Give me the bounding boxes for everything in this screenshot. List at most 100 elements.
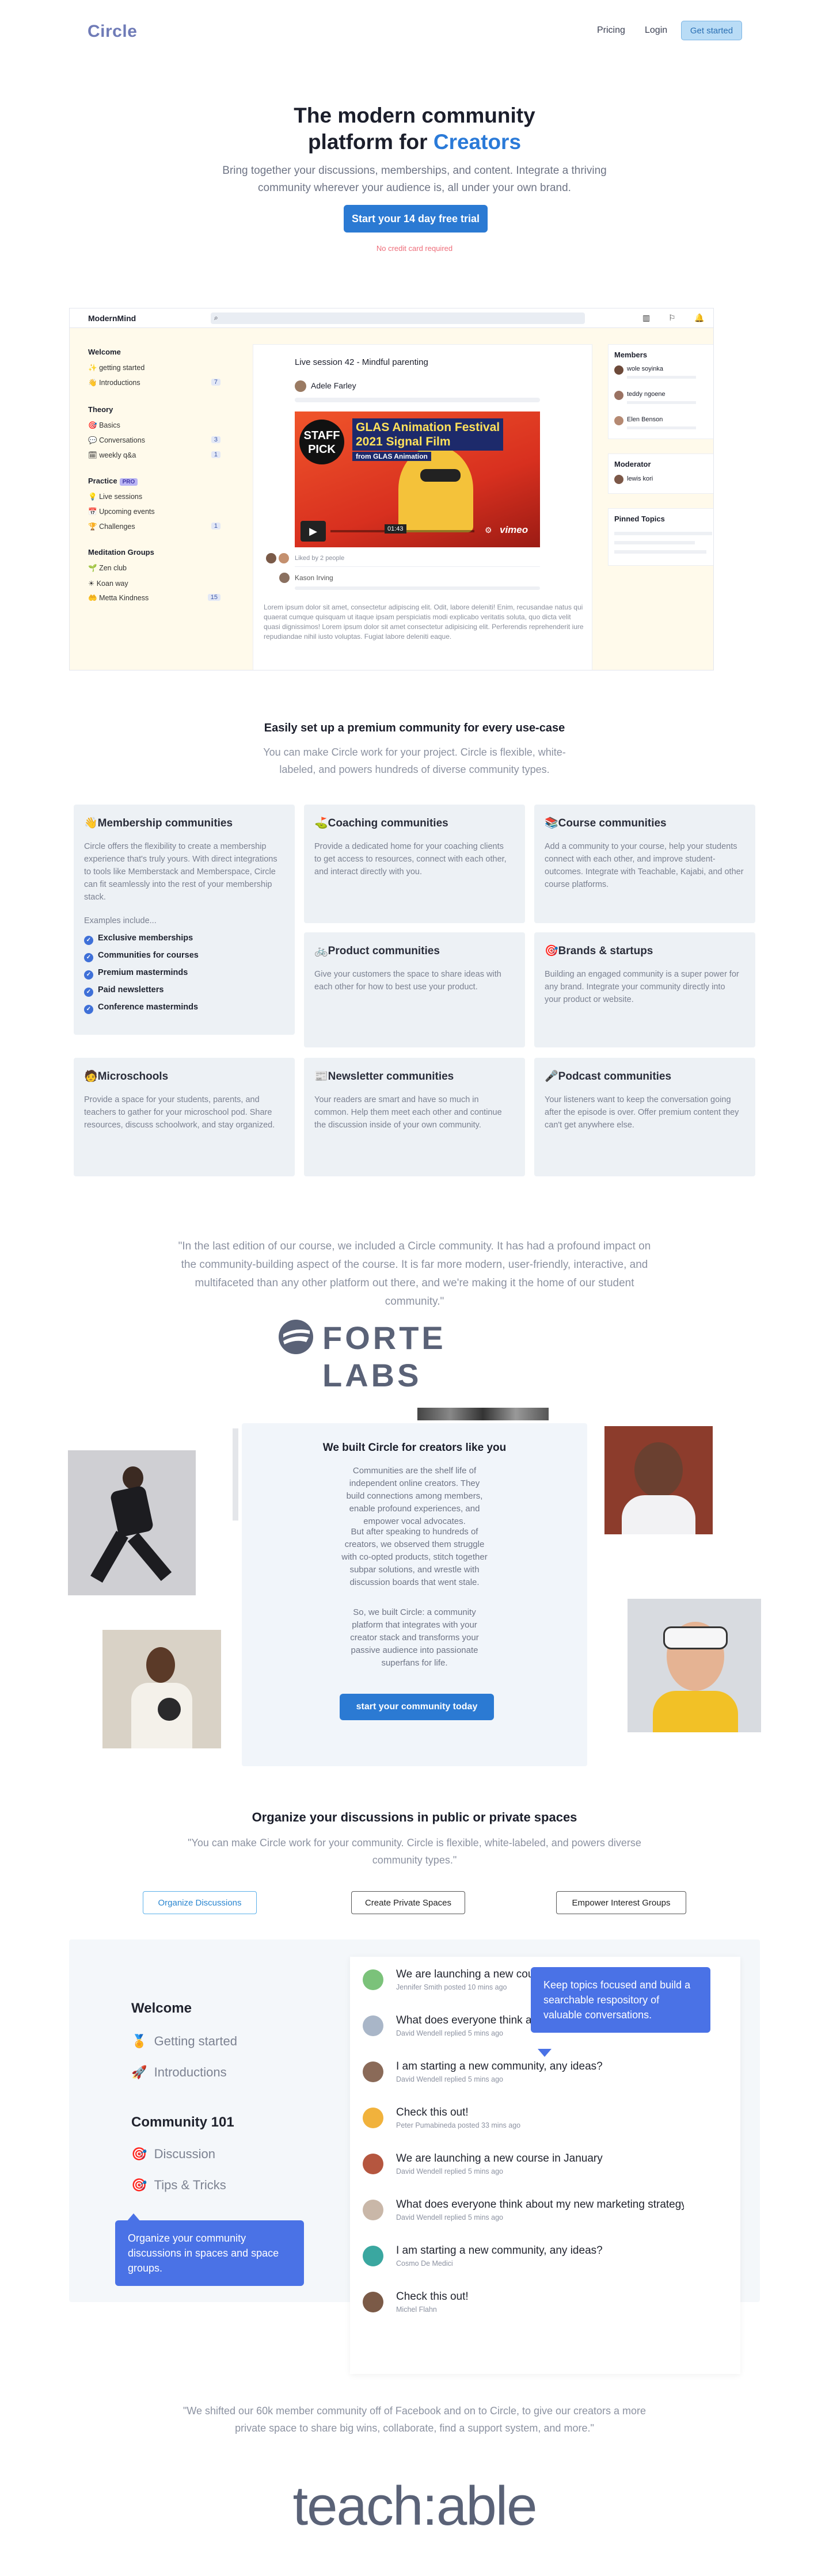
target-icon: 🎯 <box>131 2178 147 2192</box>
logo[interactable]: Circle <box>88 22 137 41</box>
photo-figure-body <box>622 1495 695 1534</box>
moderator-card: Moderator lewis kori <box>608 454 713 494</box>
card-title-text: Coaching communities <box>328 817 448 829</box>
sidebar-item-upcoming-events[interactable]: 📅 Upcoming events <box>88 508 220 516</box>
member-name[interactable]: teddy ngoene <box>627 391 666 398</box>
example-label: Communities for courses <box>98 951 199 960</box>
sidebar-item-label: getting started <box>99 364 145 372</box>
card-title: 👋Membership communities <box>84 816 233 830</box>
sidebar-item-label: Koan way <box>96 580 128 588</box>
count-badge: 1 <box>211 451 220 458</box>
avatar <box>363 2246 383 2266</box>
space-discussion[interactable]: 🎯 Discussion <box>131 2147 215 2162</box>
post-title[interactable]: Live session 42 - Mindful parenting <box>295 357 428 367</box>
hero-title: The modern community platform for Creato… <box>0 102 829 155</box>
newspaper-icon: 📰 <box>314 1070 328 1083</box>
pro-badge: PRO <box>119 478 138 486</box>
tab-organize-discussions[interactable]: Organize Discussions <box>143 1891 257 1914</box>
card-title-text: Microschools <box>97 1070 169 1083</box>
flag-icon[interactable]: ⚐ <box>668 313 676 323</box>
card-title: 📰Newsletter communities <box>314 1069 454 1083</box>
space-group-welcome: Welcome <box>131 2000 192 2016</box>
nav-pricing-link[interactable]: Pricing <box>597 25 625 36</box>
count-badge: 1 <box>211 523 220 529</box>
pinned-topics-card: Pinned Topics <box>608 508 713 566</box>
start-community-button[interactable]: start your community today <box>340 1694 494 1720</box>
sidebar-item-getting-started[interactable]: ✨ getting started <box>88 364 220 372</box>
chart-icon[interactable]: ▥ <box>642 313 650 323</box>
sprout-icon: 🌱 <box>88 564 97 572</box>
sidebar-item-challenges[interactable]: 🏆 Challenges 1 <box>88 523 220 531</box>
card-title: 📚Course communities <box>545 816 667 830</box>
usecases-title: Easily set up a premium community for ev… <box>264 722 565 734</box>
avatar <box>279 573 290 583</box>
sidebar-item-label: Live sessions <box>99 493 143 501</box>
card-course: 📚Course communities Add a community to y… <box>534 805 755 923</box>
tab-empower-interest-groups[interactable]: Empower Interest Groups <box>556 1891 686 1914</box>
divider <box>295 566 540 567</box>
card-title-text: Brands & startups <box>558 945 653 957</box>
thread-row[interactable]: We are launching a new course in January… <box>350 2141 740 2187</box>
photo-figure-head <box>634 1442 683 1497</box>
sidebar-item-label: Upcoming events <box>99 508 155 516</box>
card-title: 🎯Brands & startups <box>545 944 653 958</box>
sidebar-item-live-sessions[interactable]: 💡 Live sessions <box>88 493 220 501</box>
tab-create-private-spaces[interactable]: Create Private Spaces <box>351 1891 465 1914</box>
testimonial-quote: "We shifted our 60k member community off… <box>182 2405 647 2434</box>
photo-runner <box>68 1450 196 1595</box>
space-label: Getting started <box>154 2034 237 2048</box>
space-tips-tricks[interactable]: 🎯 Tips & Tricks <box>131 2178 226 2193</box>
play-icon[interactable]: ▶ <box>301 521 326 542</box>
photo-figure-leg <box>127 1532 172 1582</box>
sidebar-item-koan-way[interactable]: ☀ Koan way <box>88 579 220 588</box>
check-icon: ✓ <box>84 953 93 962</box>
member-name[interactable]: Elen Benson <box>627 416 663 423</box>
example-label: Paid newsletters <box>98 985 164 994</box>
thread-title: What does everyone think about my new ma… <box>396 2198 684 2211</box>
app-search-input[interactable]: ⌕ <box>211 313 585 324</box>
sidebar-item-conversations[interactable]: 💬 Conversations 3 <box>88 436 220 445</box>
organize-title: Organize your discussions in public or p… <box>252 1810 577 1824</box>
sidebar-item-label: weekly q&a <box>99 451 136 459</box>
video-player[interactable]: STAFF PICK GLAS Animation Festival 2021 Si… <box>295 411 540 547</box>
creators-title: We built Circle for creators like you <box>322 1442 507 1454</box>
example-label: Conference masterminds <box>98 1003 199 1012</box>
thread-meta: David Wendell replied 5 mins ago <box>396 2029 503 2037</box>
target-icon: 🎯 <box>88 421 97 429</box>
moderator-name[interactable]: lewis kori <box>627 475 653 482</box>
avatar <box>614 475 623 484</box>
sidebar-item-zen-club[interactable]: 🌱 Zen club <box>88 564 220 573</box>
vimeo-logo[interactable]: vimeo <box>500 524 528 536</box>
get-started-button[interactable]: Get started <box>681 21 742 40</box>
bell-icon[interactable]: 🔔 <box>694 313 704 323</box>
thread-row[interactable]: What does everyone think about my new ma… <box>350 2187 740 2233</box>
space-getting-started[interactable]: 🏅 Getting started <box>131 2034 237 2049</box>
photo-smiling-man <box>604 1426 713 1534</box>
photo-woman-bag <box>102 1630 221 1748</box>
avatar <box>295 380 306 392</box>
avatar <box>363 2061 383 2082</box>
bike-icon: 🚲 <box>314 945 328 957</box>
thread-row[interactable]: Check this out! Peter Pumabineda posted 3… <box>350 2095 740 2141</box>
thread-row[interactable]: I am starting a new community, any ideas… <box>350 2233 740 2279</box>
example-item: ✓ Paid newsletters <box>84 985 163 997</box>
thread-row[interactable]: Check this out! Michel Flahn <box>350 2279 740 2325</box>
photo-vr-person <box>628 1599 761 1732</box>
avatar <box>363 2108 383 2128</box>
sidebar-item-introductions[interactable]: 👋 Introductions 7 <box>88 379 220 387</box>
card-podcast: 🎤Podcast communities Your listeners want… <box>534 1058 755 1176</box>
likes-text[interactable]: Liked by 2 people <box>295 555 344 562</box>
gear-icon[interactable]: ⚙ <box>485 525 492 535</box>
avatar <box>363 2015 383 2036</box>
sidebar-item-basics[interactable]: 🎯 Basics <box>88 421 220 430</box>
card-title-text: Newsletter communities <box>328 1070 454 1083</box>
space-introductions[interactable]: 🚀 Introductions <box>131 2065 227 2080</box>
hands-icon: 🤲 <box>88 594 97 602</box>
sidebar-item-weekly-qa[interactable]: 🗓 weekly q&a 1 <box>88 451 220 460</box>
sidebar-item-metta-kindness[interactable]: 🤲 Metta Kindness 15 <box>88 594 220 603</box>
nav-login-link[interactable]: Login <box>645 25 667 36</box>
free-trial-button[interactable]: Start your 14 day free trial <box>344 205 488 233</box>
vr-headset <box>663 1626 728 1649</box>
sidebar-item-label: Basics <box>99 421 120 429</box>
member-name[interactable]: wole soyinka <box>627 365 663 372</box>
